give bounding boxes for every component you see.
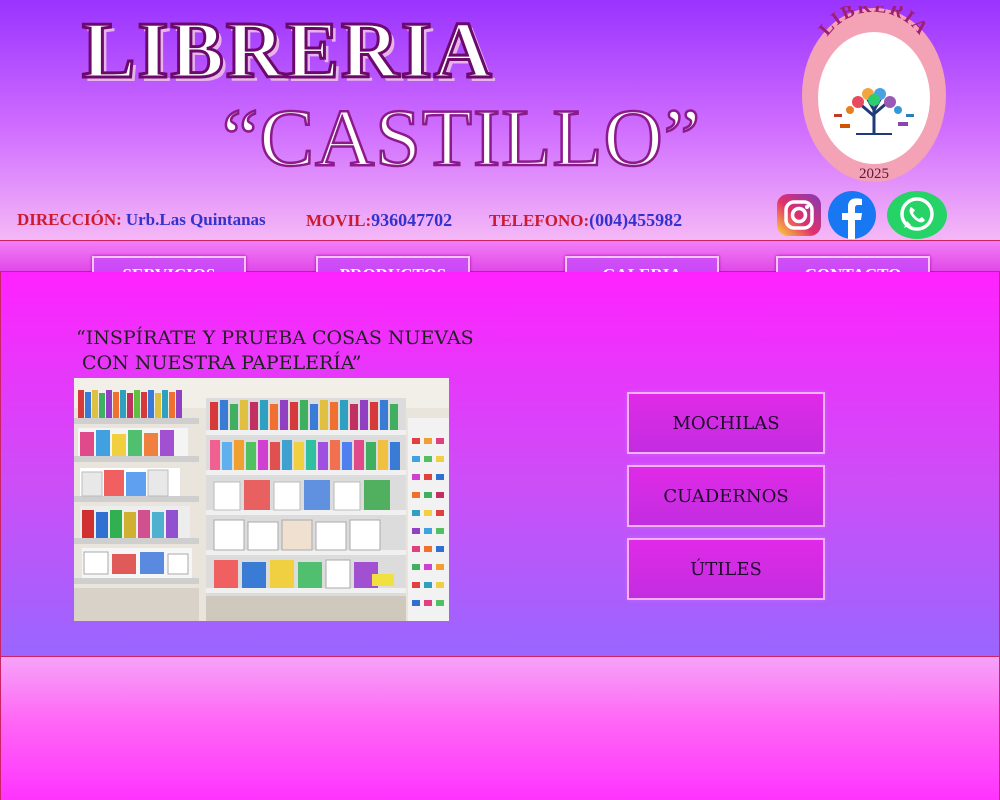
category-cuadernos-button[interactable]: CUADERNOS [627,465,825,527]
logo-year: 2025 [859,166,889,182]
pen-display-rack [408,418,449,621]
instagram-icon[interactable] [775,190,823,238]
mobile-label: MOVIL: [306,211,372,230]
address-value: Urb.Las Quintanas [125,210,266,229]
promo-quote-line1: “INSPÍRATE Y PRUEBA COSAS NUEVAS [76,327,474,349]
promo-quote: “INSPÍRATE Y PRUEBA COSAS NUEVAS CON NUE… [76,326,474,376]
phone-label: TELEFONO: [489,211,590,230]
facebook-icon[interactable] [826,190,878,240]
header: LIBRERIA “CASTILLO” LIBRERIA 2025 DIRECC… [0,0,1000,240]
address: DIRECCIÓN: Urb.Las Quintanas [17,210,266,230]
mobile-value: 936047702 [371,210,453,230]
phone-value: (004)455982 [589,210,683,230]
store-shelves-photo [74,378,449,621]
phone: TELEFONO:(004)455982 [489,210,682,231]
right-shelf-unit [206,398,406,621]
site-subtitle: “CASTILLO” [221,91,702,185]
mobile: MOVIL:936047702 [306,210,452,231]
category-utiles-button[interactable]: ÚTILES [627,538,825,600]
address-label: DIRECCIÓN: [17,210,122,229]
footer [0,656,1000,800]
page: LIBRERIA “CASTILLO” LIBRERIA 2025 DIRECC… [0,0,1000,800]
site-title: LIBRERIA [81,6,494,97]
category-mochilas-button[interactable]: MOCHILAS [627,392,825,454]
library-logo: LIBRERIA 2025 [802,6,946,182]
promo-quote-line2: CON NUESTRA PAPELERÍA” [76,352,362,374]
whatsapp-icon[interactable] [886,190,948,240]
